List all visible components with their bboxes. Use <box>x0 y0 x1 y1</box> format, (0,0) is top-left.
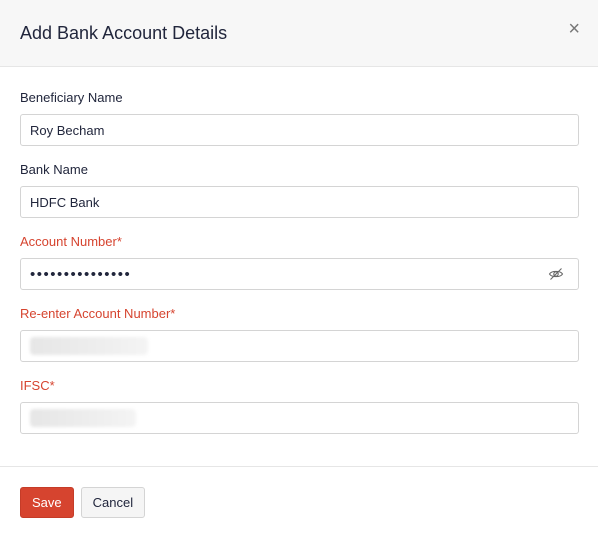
bank-name-field: Bank Name HDFC Bank <box>20 162 579 218</box>
bank-name-value: HDFC Bank <box>30 194 100 210</box>
redacted-value <box>30 409 136 427</box>
modal-footer: Save Cancel <box>0 466 598 536</box>
save-button[interactable]: Save <box>20 487 74 518</box>
account-number-field: Account Number* ••••••••••••••• <box>20 234 579 290</box>
reenter-account-number-field: Re-enter Account Number* <box>20 306 579 362</box>
cancel-button[interactable]: Cancel <box>80 487 146 518</box>
add-bank-account-modal: Add Bank Account Details × Beneficiary N… <box>0 0 598 536</box>
account-number-masked-value: ••••••••••••••• <box>30 265 132 283</box>
redacted-value <box>30 337 148 355</box>
account-number-input[interactable]: ••••••••••••••• <box>20 258 579 290</box>
beneficiary-name-input[interactable]: Roy Becham <box>20 114 579 146</box>
account-number-label: Account Number* <box>20 234 122 249</box>
bank-name-label: Bank Name <box>20 162 88 177</box>
ifsc-label: IFSC* <box>20 378 55 393</box>
ifsc-field: IFSC* <box>20 378 579 434</box>
ifsc-input[interactable] <box>20 402 579 434</box>
beneficiary-name-label: Beneficiary Name <box>20 90 123 105</box>
reenter-account-number-label: Re-enter Account Number* <box>20 306 176 321</box>
beneficiary-name-field: Beneficiary Name Roy Becham <box>20 90 579 146</box>
eye-slash-icon[interactable] <box>548 266 564 282</box>
reenter-account-number-input[interactable] <box>20 330 579 362</box>
close-icon[interactable]: × <box>568 19 580 39</box>
beneficiary-name-value: Roy Becham <box>30 122 105 138</box>
modal-header: Add Bank Account Details × <box>0 0 598 67</box>
modal-title: Add Bank Account Details <box>20 22 228 43</box>
modal-body: Beneficiary Name Roy Becham Bank Name HD… <box>0 67 598 434</box>
bank-name-input[interactable]: HDFC Bank <box>20 186 579 218</box>
